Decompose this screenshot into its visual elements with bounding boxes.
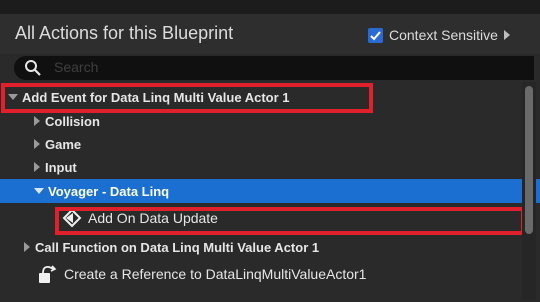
tree-item-label: Voyager - Data Linq — [48, 183, 170, 199]
checkmark-icon — [370, 30, 381, 40]
context-sensitive-toggle[interactable]: Context Sensitive — [368, 26, 510, 44]
scrollbar-thumb[interactable] — [525, 86, 533, 234]
search-bar[interactable]: Search — [14, 56, 534, 80]
tree-category-input[interactable]: Input — [0, 155, 540, 179]
search-input[interactable]: Search — [54, 59, 98, 75]
collapse-arrow-icon[interactable] — [34, 139, 40, 149]
top-toolbar-strip — [0, 0, 540, 14]
action-tree: Add Event for Data Linq Multi Value Acto… — [0, 82, 540, 302]
tree-category-game[interactable]: Game — [0, 132, 540, 156]
reference-icon — [39, 265, 57, 283]
tree-item-label: Add Event for Data Linq Multi Value Acto… — [22, 89, 290, 105]
tree-item-label: Create a Reference to DataLinqMultiValue… — [64, 266, 367, 282]
panel-title: All Actions for this Blueprint — [15, 23, 234, 43]
collapse-arrow-icon[interactable] — [34, 162, 40, 172]
expand-arrow-icon[interactable] — [8, 94, 18, 100]
context-sensitive-arrow-icon[interactable] — [503, 30, 510, 40]
collapse-arrow-icon[interactable] — [34, 116, 40, 126]
panel-header: All Actions for this Blueprint Context S… — [0, 14, 540, 54]
collapse-arrow-icon[interactable] — [24, 242, 30, 252]
context-sensitive-label: Context Sensitive — [389, 27, 498, 43]
tree-item-label: Collision — [45, 113, 100, 129]
event-diamond-icon — [62, 208, 82, 228]
search-icon — [25, 60, 41, 76]
action-create-reference[interactable]: Create a Reference to DataLinqMultiValue… — [0, 262, 540, 286]
expand-arrow-icon[interactable] — [34, 188, 44, 194]
tree-category-collision[interactable]: Collision — [0, 109, 540, 133]
tree-item-label: Add On Data Update — [88, 210, 218, 226]
context-sensitive-checkbox[interactable] — [368, 27, 383, 43]
scrollbar[interactable] — [522, 82, 536, 300]
tree-category-call-function[interactable]: Call Function on Data Linq Multi Value A… — [0, 235, 540, 259]
tree-category-add-event[interactable]: Add Event for Data Linq Multi Value Acto… — [0, 85, 526, 109]
tree-category-voyager-data-linq[interactable]: Voyager - Data Linq — [0, 179, 540, 203]
action-add-on-data-update[interactable]: Add On Data Update — [0, 206, 540, 230]
tree-item-label: Game — [45, 136, 82, 152]
tree-item-label: Input — [45, 159, 77, 175]
tree-item-label: Call Function on Data Linq Multi Value A… — [35, 239, 320, 255]
